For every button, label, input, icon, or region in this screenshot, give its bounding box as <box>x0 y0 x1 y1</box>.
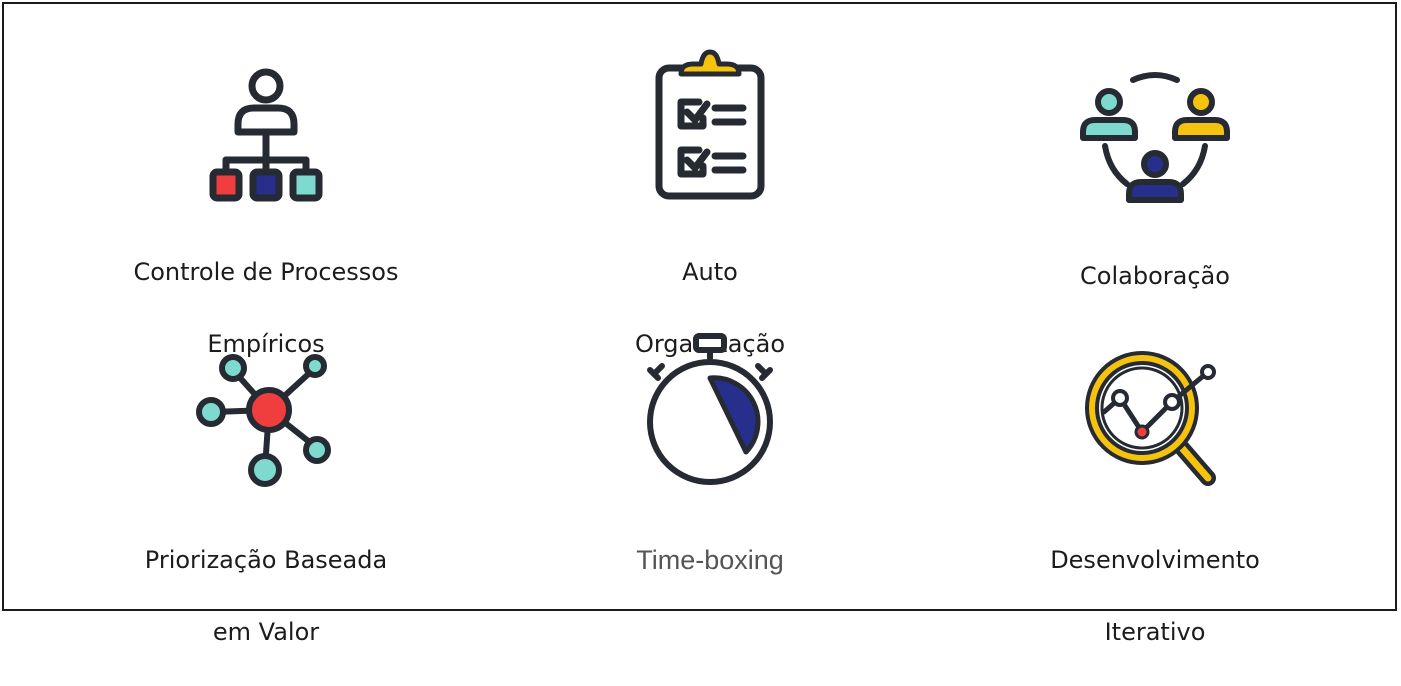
item-time-boxing: Time-boxing <box>530 4 890 604</box>
label-desenvolvimento-iterativo: Desenvolvimento Iterativo <box>975 506 1335 686</box>
network-nodes-icon <box>196 354 331 487</box>
item-desenvolvimento-iterativo: Desenvolvimento Iterativo <box>975 4 1335 646</box>
label-priorizacao-valor: Priorização Baseada em Valor <box>86 506 446 686</box>
label-line-2: em Valor <box>212 618 320 646</box>
item-priorizacao-valor: Priorização Baseada em Valor <box>86 4 446 646</box>
diagram-frame: Controle de Processos Empíricos Auto Org… <box>2 2 1397 646</box>
magnifier-chart-icon <box>1085 351 1216 486</box>
label-line-1: Time-boxing <box>636 545 784 575</box>
label-line-1: Priorização Baseada <box>144 546 388 574</box>
stopwatch-icon <box>647 333 773 485</box>
label-time-boxing: Time-boxing <box>530 506 890 614</box>
label-line-1: Desenvolvimento <box>1050 546 1260 574</box>
label-line-2: Iterativo <box>1104 618 1206 646</box>
